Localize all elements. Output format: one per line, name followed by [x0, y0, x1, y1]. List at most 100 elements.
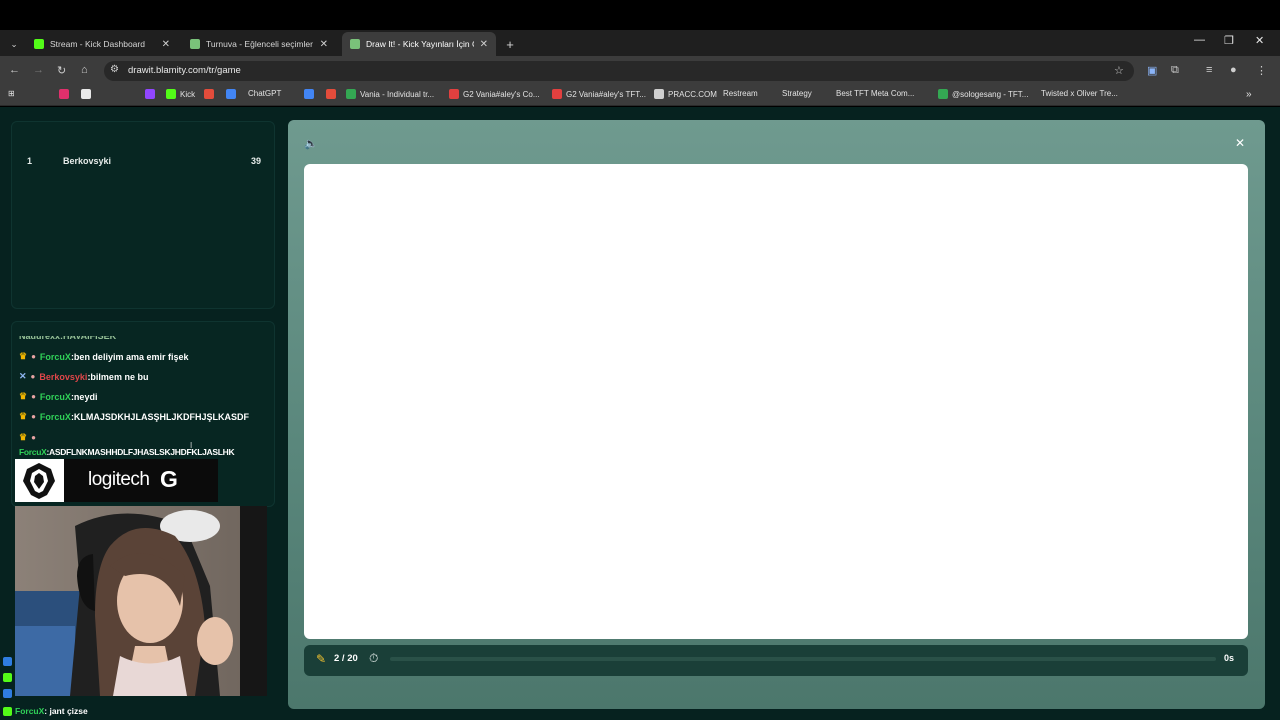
webcam-feed	[15, 506, 267, 696]
tab-search-button[interactable]: ⌄	[6, 32, 22, 56]
chat-line: ✕ ● Berkovsyki:bilmem ne bu	[19, 371, 148, 382]
time-left: 0s	[1224, 653, 1235, 663]
menu-dots-icon[interactable]: ⋮	[1256, 64, 1267, 77]
site-info-icon[interactable]: ⚙	[110, 64, 119, 75]
g2-icon	[552, 89, 562, 99]
bookmark-best-tft[interactable]: Best TFT Meta Com...	[836, 89, 914, 98]
bookmark-g2-co[interactable]: G2 Vania#aley's Co...	[449, 89, 540, 99]
chat-username[interactable]: ForcuX	[19, 447, 47, 457]
badge-icon: ●	[31, 412, 36, 421]
bookmark-pracc[interactable]: PRACC.COM	[654, 89, 717, 99]
media-icon[interactable]: ≡	[1206, 64, 1212, 76]
tab-turnuva[interactable]: Turnuva - Eğlenceli seçimler yap ✕	[182, 32, 336, 56]
g2-logo	[15, 459, 64, 502]
extensions-icon[interactable]: ⧉	[1171, 64, 1179, 77]
site-favicon-icon	[190, 39, 200, 49]
bookmark-twitch[interactable]	[145, 89, 159, 99]
chat-username[interactable]: ForcuX	[40, 352, 71, 362]
translate-icon[interactable]: ▣	[1147, 64, 1157, 77]
chat-line: ♛ ● ForcuX:KLMAJSDKHJLASŞHLJKDFHJŞLKASDF	[19, 411, 249, 422]
close-icon[interactable]: ✕	[1235, 136, 1245, 150]
chat-line: ForcuX:ASDFLNKMASHHDLFJHASLSKJHDFKLJASLH…	[19, 447, 235, 457]
round-counter: 2 / 20	[334, 653, 358, 664]
bookmark-translate[interactable]	[226, 89, 240, 99]
drawing-canvas[interactable]	[304, 164, 1248, 639]
omnibox[interactable]	[104, 61, 1134, 81]
chat-username[interactable]: ForcuX	[40, 392, 71, 402]
kick-favicon-icon	[34, 39, 44, 49]
leaderboard-row: 1 Berkovsyki 39	[27, 156, 261, 166]
overlay-chat-line	[3, 673, 15, 682]
bookmark-strategy[interactable]: Strategy	[782, 89, 812, 98]
top-black-bar	[0, 0, 1280, 30]
bookmark-vania-individual[interactable]: Vania - Individual tr...	[346, 89, 434, 99]
screen: ⌄ Stream - Kick Dashboard ✕ Turnuva - Eğ…	[0, 0, 1280, 720]
kick-icon	[166, 89, 176, 99]
speaker-icon[interactable]: 🔈	[304, 137, 318, 150]
bookmark-twisted[interactable]: Twisted x Oliver Tre...	[1041, 89, 1118, 98]
back-icon[interactable]: ←	[9, 64, 20, 76]
bookmark-restream[interactable]: Restream	[723, 89, 758, 98]
bookmark-instagram[interactable]	[59, 89, 73, 99]
bookmark-calendar[interactable]	[304, 89, 318, 99]
chat-message: :bilmem ne bu	[87, 371, 149, 382]
badge-icon: ●	[31, 352, 36, 361]
bookmark-tumblr[interactable]	[204, 89, 218, 99]
tab-bar: ⌄ Stream - Kick Dashboard ✕ Turnuva - Eğ…	[0, 30, 1280, 56]
badge-icon	[3, 673, 12, 682]
translate-site-icon	[226, 89, 236, 99]
bookmark-star-icon[interactable]: ☆	[1114, 64, 1124, 77]
profile-avatar-icon[interactable]: ●	[1230, 64, 1237, 76]
new-tab-button[interactable]: +	[500, 32, 520, 56]
tumblr-icon	[204, 89, 214, 99]
pencil-favicon-icon	[350, 39, 360, 49]
chat-message: : jant çizse	[44, 706, 88, 716]
close-tab-icon[interactable]: ✕	[480, 39, 488, 50]
home-icon[interactable]: ⌂	[81, 64, 88, 76]
close-window-icon[interactable]: ✕	[1255, 34, 1264, 47]
overlay-chat-line	[3, 689, 15, 698]
logitech-g-logo: G	[160, 466, 178, 492]
apps-grid-icon[interactable]: ⊞	[8, 89, 15, 98]
url-text[interactable]: drawit.blamity.com/tr/game	[128, 65, 241, 76]
forward-icon[interactable]: →	[33, 64, 44, 76]
badge-icon	[3, 689, 12, 698]
bookmark-x[interactable]	[81, 89, 95, 99]
reload-icon[interactable]: ↻	[57, 64, 66, 77]
chat-message: :ASDFLNKMASHHDLFJHASLSKJHDFKLJASLHK	[46, 447, 235, 457]
sheets-icon	[938, 89, 948, 99]
chat-username[interactable]: Berkovsyki	[39, 372, 87, 382]
badge-icon: ●	[30, 372, 36, 381]
tab-kick-dashboard[interactable]: Stream - Kick Dashboard ✕	[26, 32, 178, 56]
crown-icon: ♛	[19, 351, 28, 361]
x-icon	[81, 89, 91, 99]
maximize-icon[interactable]: ❐	[1224, 34, 1234, 47]
sheets-icon	[346, 89, 356, 99]
instagram-icon	[59, 89, 69, 99]
close-tab-icon[interactable]: ✕	[162, 39, 170, 50]
overlay-chat-line	[3, 657, 15, 666]
bookmark-chatgpt[interactable]: ChatGPT	[248, 89, 281, 98]
bookmark-g2-tft[interactable]: G2 Vania#aley's TFT...	[552, 89, 646, 99]
tab-draw-it[interactable]: Draw It! - Kick Yayınları İçin Çiz ✕	[342, 32, 496, 56]
bookmarks-overflow-icon[interactable]: »	[1246, 89, 1252, 100]
chevron-down-icon: ⌄	[10, 38, 18, 49]
bookmark-kick[interactable]: Kick	[166, 89, 195, 99]
shield-icon	[326, 89, 336, 99]
chat-username[interactable]: ForcuX	[40, 412, 71, 422]
close-tab-icon[interactable]: ✕	[320, 39, 328, 50]
chat-line: ♛ ● ForcuX:ben deliyim ama emir fişek	[19, 351, 189, 362]
g2-icon	[449, 89, 459, 99]
bookmark-sologesang[interactable]: @sologesang - TFT...	[938, 89, 1028, 99]
bookmark-shield[interactable]	[326, 89, 340, 99]
badge-icon: ●	[31, 433, 36, 442]
leaderboard-score: 39	[250, 156, 261, 166]
crown-icon: ♛	[19, 391, 28, 401]
logitech-logo-text: logitech	[88, 469, 150, 490]
chat-username: ForcuX	[15, 706, 45, 716]
sword-icon: ✕	[19, 371, 27, 381]
badge-icon	[3, 706, 12, 716]
minimize-icon[interactable]: —	[1194, 34, 1205, 46]
chat-line: ♛ ● ForcuX:neydi	[19, 391, 97, 402]
overlay-chat-line: ForcuX: jant çizse	[3, 706, 88, 716]
